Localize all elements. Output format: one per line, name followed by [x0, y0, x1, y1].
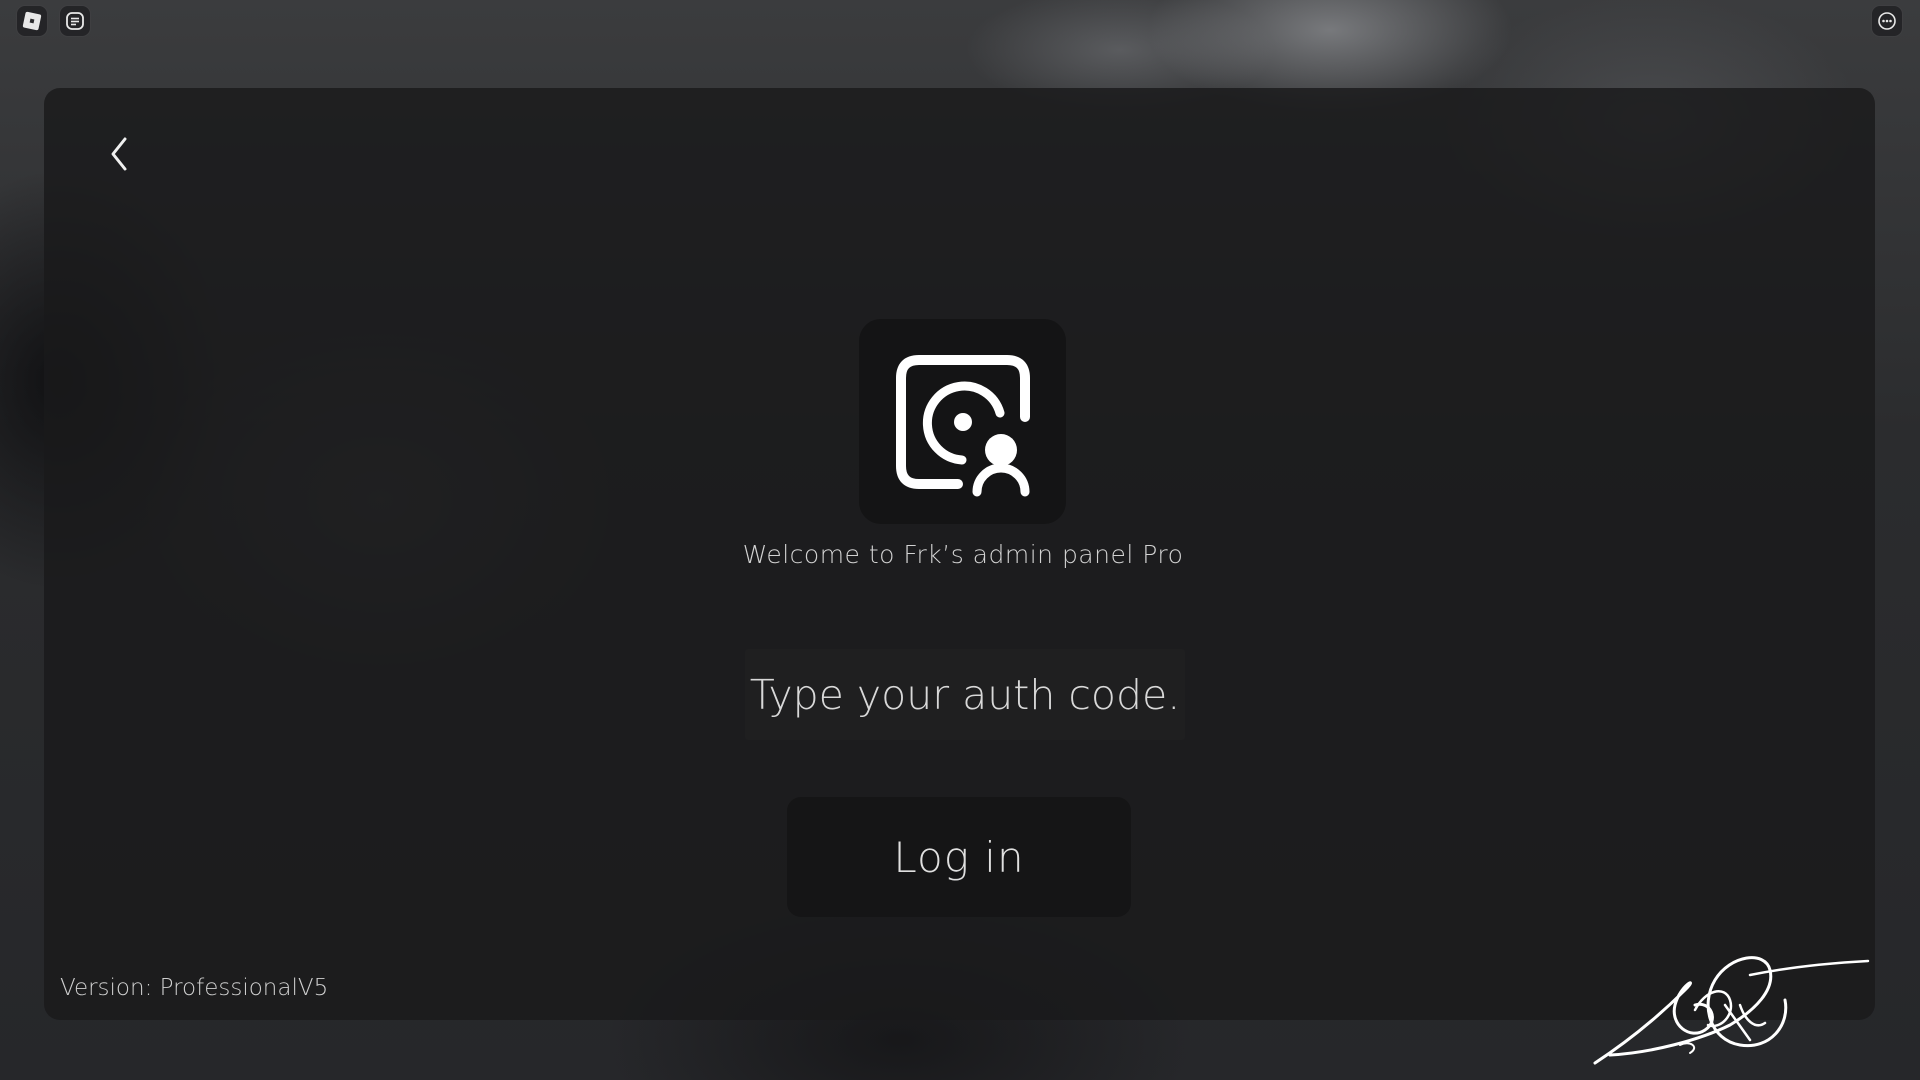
back-button[interactable]	[96, 130, 144, 178]
auth-code-input[interactable]	[745, 649, 1185, 740]
more-icon	[1878, 12, 1896, 30]
admin-user-scan-icon	[895, 354, 1030, 496]
chevron-left-icon	[111, 137, 127, 171]
login-button[interactable]: Log in	[787, 797, 1131, 917]
app-logo	[859, 319, 1066, 524]
admin-login-panel: Welcome to Frk’s admin panel Pro Log in …	[44, 88, 1875, 1020]
welcome-text: Welcome to Frk’s admin panel Pro	[742, 540, 1184, 569]
chat-button[interactable]	[59, 5, 91, 37]
chat-icon	[66, 12, 84, 30]
roblox-logo-icon	[22, 11, 42, 31]
more-options-button[interactable]	[1871, 5, 1903, 37]
roblox-menu-button[interactable]	[16, 5, 48, 37]
version-label: Version: ProfessionalV5	[60, 975, 329, 1001]
signature-image	[1593, 956, 1870, 1065]
